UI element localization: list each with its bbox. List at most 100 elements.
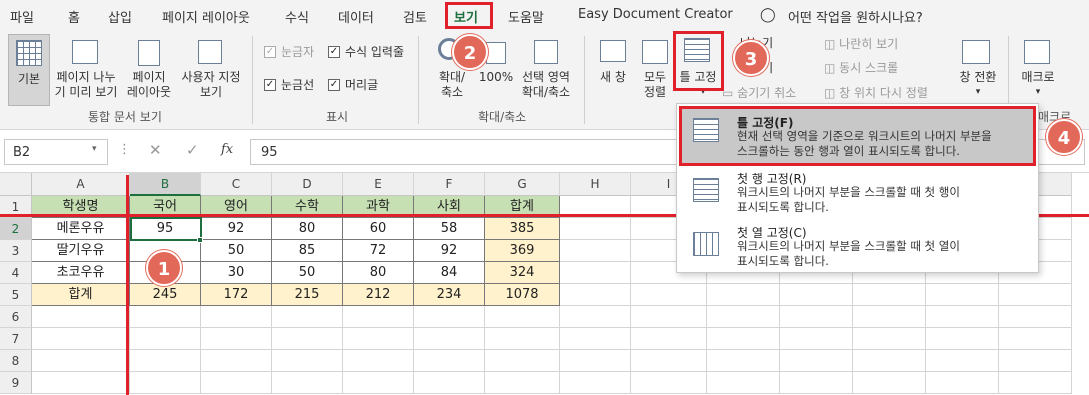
empty-cell[interactable] [343,306,414,328]
data-cell[interactable]: 385 [485,218,560,240]
row-header-4[interactable]: 4 [0,262,32,284]
tab-easy-document-creator[interactable]: Easy Document Creator [578,7,733,22]
select-all-corner[interactable] [0,173,32,196]
empty-cell[interactable] [560,218,631,240]
data-cell[interactable]: 30 [201,262,272,284]
zoom-to-selection-button[interactable]: 선택 영역 확대/축소 [515,70,577,100]
ruler-checkbox[interactable]: ✓ [264,46,276,58]
empty-cell[interactable] [485,306,560,328]
empty-cell[interactable] [631,306,707,328]
gridlines-checkbox[interactable]: ✓ [264,79,276,91]
tab-insert[interactable]: 삽입 [108,7,132,26]
empty-cell[interactable] [560,306,631,328]
empty-cell[interactable] [560,284,631,306]
empty-cell[interactable] [707,372,780,394]
empty-cell[interactable] [485,372,560,394]
data-cell[interactable]: 80 [343,262,414,284]
total-cell[interactable]: 234 [414,284,485,306]
empty-cell[interactable] [485,350,560,372]
row-header-5[interactable]: 5 [0,284,32,306]
total-cell[interactable]: 212 [343,284,414,306]
total-cell[interactable]: 172 [201,284,272,306]
data-cell[interactable]: 초코우유 [32,262,130,284]
tab-data[interactable]: 데이터 [338,7,374,26]
chevron-down-icon[interactable]: ▾ [92,144,97,154]
empty-cell[interactable] [707,284,780,306]
empty-cell[interactable] [560,350,631,372]
empty-cell[interactable] [201,306,272,328]
new-window-button[interactable]: 새 창 [594,70,632,85]
data-cell[interactable]: 딸기우유 [32,240,130,262]
tab-help[interactable]: 도움말 [508,7,544,26]
unhide-button[interactable]: ▭ 숨기기 취소 [722,86,796,101]
row-header-8[interactable]: 8 [0,350,32,372]
headings-checkbox[interactable]: ✓ [328,79,340,91]
cancel-icon[interactable]: ✕ [149,141,162,159]
empty-cell[interactable] [926,306,999,328]
empty-cell[interactable] [999,372,1072,394]
empty-cell[interactable] [999,350,1072,372]
data-cell[interactable]: 50 [201,240,272,262]
total-cell[interactable]: 합계 [32,284,130,306]
total-cell[interactable]: 245 [130,284,201,306]
column-header-g[interactable]: G [485,173,560,196]
empty-cell[interactable] [780,284,853,306]
empty-cell[interactable] [631,350,707,372]
empty-cell[interactable] [926,284,999,306]
search-hint[interactable]: 어떤 작업을 원하시나요? [788,7,923,26]
row-header-9[interactable]: 9 [0,372,32,394]
empty-cell[interactable] [414,372,485,394]
data-cell[interactable]: 50 [272,262,343,284]
empty-cell[interactable] [853,328,926,350]
column-header-c[interactable]: C [201,173,272,196]
empty-cell[interactable] [130,306,201,328]
empty-cell[interactable] [201,328,272,350]
data-cell[interactable]: 92 [201,218,272,240]
empty-cell[interactable] [201,350,272,372]
tab-home[interactable]: 홈 [68,7,80,26]
empty-cell[interactable] [631,372,707,394]
enter-icon[interactable]: ✓ [186,141,199,159]
empty-cell[interactable] [201,372,272,394]
fill-handle[interactable] [197,237,203,243]
empty-cell[interactable] [560,262,631,284]
data-cell[interactable]: 85 [272,240,343,262]
empty-cell[interactable] [999,284,1072,306]
data-cell[interactable]: 메론우유 [32,218,130,240]
total-cell[interactable]: 215 [272,284,343,306]
empty-cell[interactable] [414,328,485,350]
tab-page-layout[interactable]: 페이지 레이아웃 [162,7,250,26]
row-header-2[interactable]: 2 [0,218,32,240]
column-header-a[interactable]: A [32,173,130,196]
tab-formulas[interactable]: 수식 [285,7,309,26]
empty-cell[interactable] [32,372,130,394]
empty-cell[interactable] [707,350,780,372]
empty-cell[interactable] [853,372,926,394]
switch-windows-button[interactable]: 창 전환 [952,70,1004,85]
empty-cell[interactable] [343,372,414,394]
column-header-f[interactable]: F [414,173,485,196]
empty-cell[interactable] [560,240,631,262]
zoom-button[interactable]: 확대/축소 [430,70,474,100]
view-side-by-side-button[interactable]: ◫ 나란히 보기 [824,37,898,52]
empty-cell[interactable] [853,306,926,328]
empty-cell[interactable] [272,372,343,394]
column-header-b[interactable]: B [130,173,201,196]
empty-cell[interactable] [999,328,1072,350]
data-cell[interactable]: 92 [414,240,485,262]
empty-cell[interactable] [32,350,130,372]
empty-cell[interactable] [780,328,853,350]
zoom-100-button[interactable]: 100% [478,70,514,85]
empty-cell[interactable] [707,306,780,328]
empty-cell[interactable] [853,284,926,306]
reset-window-position-button[interactable]: ◫ 창 위치 다시 정렬 [824,86,928,101]
page-layout-button[interactable]: 페이지 레이아웃 [122,70,176,100]
empty-cell[interactable] [32,328,130,350]
row-header-3[interactable]: 3 [0,240,32,262]
arrange-all-button[interactable]: 모두 정렬 [636,70,674,100]
row-header-6[interactable]: 6 [0,306,32,328]
empty-cell[interactable] [560,372,631,394]
empty-cell[interactable] [560,328,631,350]
row-header-7[interactable]: 7 [0,328,32,350]
data-cell[interactable]: 58 [414,218,485,240]
